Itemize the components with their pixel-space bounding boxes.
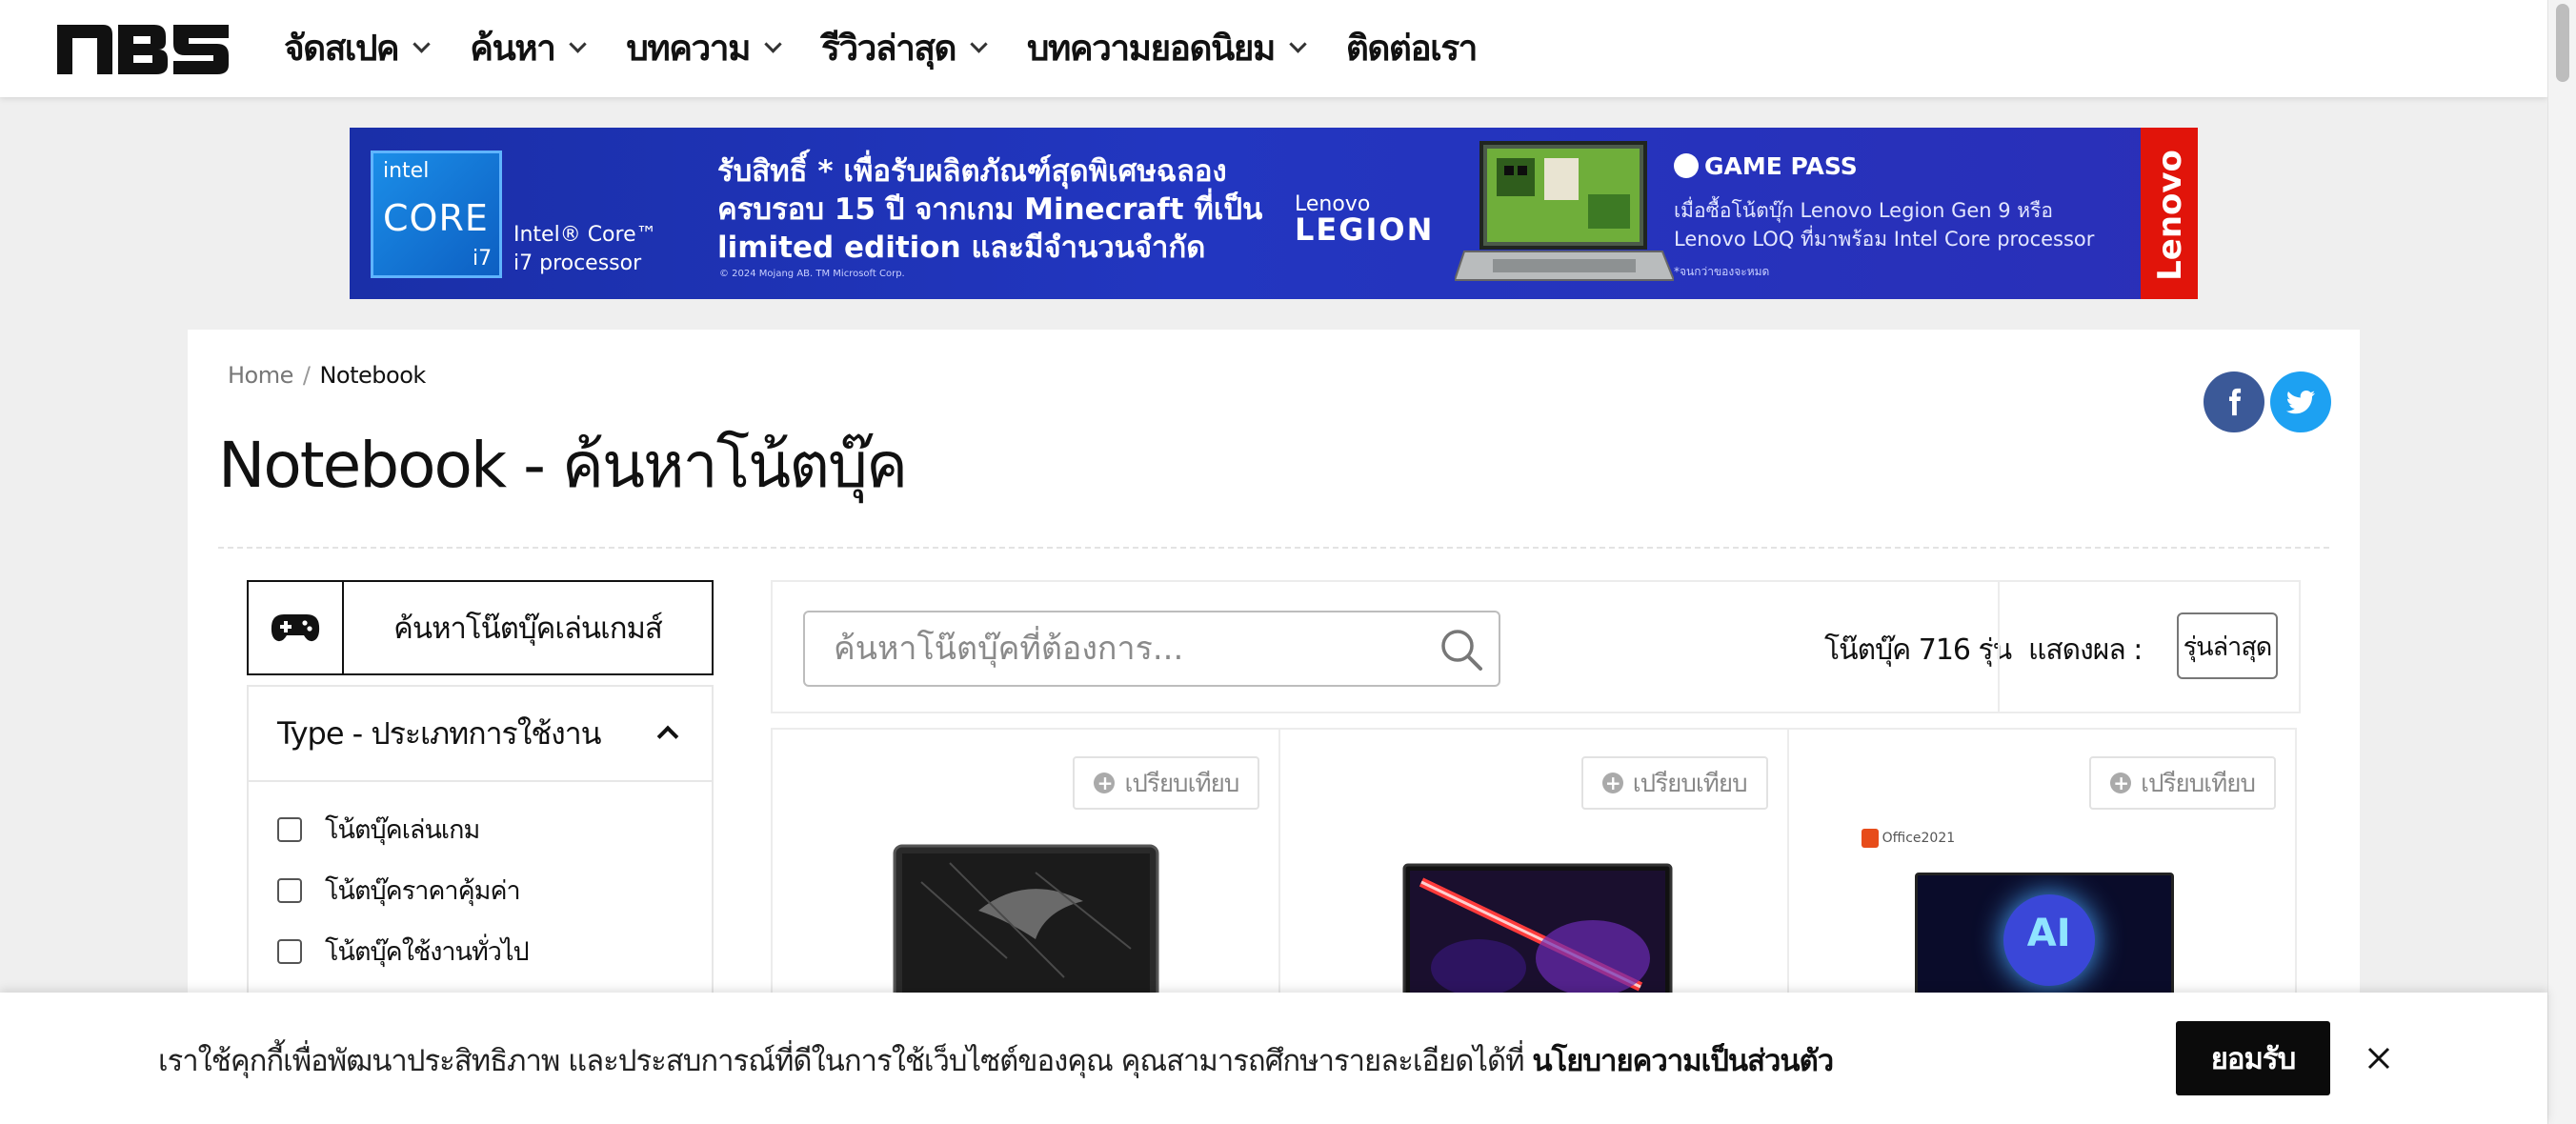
search-icon[interactable] [1439, 628, 1483, 672]
close-icon[interactable] [2365, 1044, 2393, 1073]
filter-option-gaming[interactable]: โน้ตบุ๊คเล่นเกม [277, 809, 480, 850]
page-title: Notebook - ค้นหาโน้ตบุ๊ค [218, 429, 908, 502]
checkbox[interactable] [277, 877, 302, 903]
legion-logo: Lenovo LEGION [1295, 192, 1434, 247]
chevron-down-icon [970, 34, 988, 53]
cookie-message: เราใช้คุกกี้เพื่อพัฒนาประสิทธิภาพ และประ… [158, 1044, 1533, 1078]
compare-label: เปรียบเทียบ [1632, 769, 1748, 798]
product-image[interactable] [893, 844, 1159, 998]
product-image[interactable] [1402, 863, 1673, 998]
xbox-icon [1674, 153, 1699, 178]
office-badge: Office2021 [1861, 829, 1956, 848]
vertical-scrollbar[interactable] [2547, 0, 2576, 1124]
cookie-text: เราใช้คุกกี้เพื่อพัฒนาประสิทธิภาพ และประ… [158, 1036, 1834, 1084]
filter-option-general[interactable]: โน้ตบุ๊คใช้งานทั่วไป [277, 931, 530, 972]
menu-item-label: รีวิวล่าสุด [820, 27, 957, 69]
menu-item-label: บทความยอดนิยม [1026, 27, 1276, 69]
plus-icon: + [1094, 773, 1116, 793]
breadcrumb-home[interactable]: Home [228, 362, 293, 389]
product-image[interactable]: AI [1914, 873, 2174, 998]
plus-icon: + [2110, 773, 2132, 793]
chevron-down-icon [1289, 34, 1307, 53]
banner-legal: © 2024 Mojang AB. TM Microsoft Corp. [719, 269, 905, 279]
compare-button[interactable]: + เปรียบเทียบ [2089, 756, 2276, 810]
intel-brand: intel [383, 159, 430, 183]
sort-select[interactable]: รุ่นล่าสุด [2177, 612, 2278, 679]
chevron-up-icon[interactable] [656, 725, 679, 748]
gamepass-text: เมื่อซื้อโน้ตบุ๊ก Lenovo Legion Gen 9 หร… [1674, 199, 2095, 251]
menu-item-latest-reviews[interactable]: รีวิวล่าสุด [820, 20, 988, 76]
breadcrumb-current: Notebook [319, 362, 426, 389]
compare-label: เปรียบเทียบ [1124, 769, 1239, 798]
menu-item-contact[interactable]: ติดต่อเรา [1345, 20, 1479, 76]
title-divider [218, 547, 2329, 549]
main-menu: จัดสเปค ค้นหา บทความ รีวิวล่าสุด บทความย… [284, 0, 1519, 95]
menu-item-popular-articles[interactable]: บทความยอดนิยม [1026, 20, 1307, 76]
filter-option-label: โน้ตบุ๊คราคาคุ้มค่า [325, 876, 521, 906]
chevron-down-icon [764, 34, 782, 53]
gamepad-icon-box [249, 582, 344, 673]
privacy-policy-link[interactable]: นโยบายความเป็นส่วนตัว [1532, 1044, 1834, 1078]
accept-cookies-button[interactable]: ยอมรับ [2176, 1021, 2330, 1095]
menu-item-label: ติดต่อเรา [1345, 27, 1479, 69]
twitter-share-button[interactable] [2270, 371, 2331, 432]
gaming-notebook-search-button[interactable]: ค้นหาโน๊ตบุ๊คเล่นเกมส์ [247, 580, 714, 675]
menu-item-search[interactable]: ค้นหา [470, 20, 588, 76]
banner-headline: รับสิทธิ์ * เพื่อรับผลิตภัณฑ์สุดพิเศษฉลอ… [717, 154, 1263, 265]
search-toolbar: โน๊ตบุ๊ค 716 รุ่น แสดงผล : รุ่นล่าสุด [771, 580, 2301, 713]
menu-item-label: จัดสเปค [284, 27, 400, 69]
intel-processor-text: Intel® Core™ i7 processor [513, 223, 657, 275]
menu-item-label: ค้นหา [470, 27, 556, 69]
filter-option-value[interactable]: โน้ตบุ๊คราคาคุ้มค่า [277, 870, 521, 911]
gaming-search-label: ค้นหาโน๊ตบุ๊คเล่นเกมส์ [393, 612, 663, 646]
office-badge-label: Office2021 [1882, 831, 1956, 846]
breadcrumb-separator: / [302, 362, 311, 389]
type-filter-title: Type - ประเภทการใช้งาน [277, 714, 602, 752]
breadcrumb: Home / Notebook [228, 362, 426, 389]
toolbar-divider [1998, 582, 2000, 712]
gamepad-icon [271, 614, 320, 642]
xbox-game-pass: GAME PASS [1674, 152, 1858, 180]
compare-button[interactable]: + เปรียบเทียบ [1073, 756, 1260, 810]
checkbox[interactable] [277, 816, 302, 842]
twitter-icon [2286, 391, 2315, 414]
chevron-down-icon [413, 34, 431, 53]
plus-icon: + [1601, 773, 1623, 793]
lenovo-wordmark: Lenovo [2151, 150, 2189, 281]
intel-core-logo: intel CORE i7 [371, 151, 502, 278]
social-share [2204, 371, 2331, 432]
office-icon [1861, 829, 1879, 848]
checkbox[interactable] [277, 938, 302, 964]
ai-text: AI [2026, 912, 2071, 955]
type-filter-header[interactable]: Type - ประเภทการใช้งาน [249, 687, 712, 782]
laptop-image [1455, 141, 1674, 281]
banner-note: *จนกว่าของจะหมด [1674, 265, 1770, 278]
result-count: โน๊ตบุ๊ค 716 รุ่น [1824, 633, 2012, 667]
filter-option-label: โน้ตบุ๊คใช้งานทั่วไป [325, 937, 530, 967]
ad-banner[interactable]: intel CORE i7 Intel® Core™ i7 processor … [350, 128, 2198, 299]
cookie-consent-bar: เราใช้คุกกี้เพื่อพัฒนาประสิทธิภาพ และประ… [0, 993, 2547, 1124]
menu-item-articles[interactable]: บทความ [626, 20, 782, 76]
sort-label: แสดงผล : [2028, 633, 2143, 667]
filter-option-label: โน้ตบุ๊คเล่นเกม [325, 815, 480, 845]
legion-bottom: LEGION [1295, 211, 1435, 248]
chevron-down-icon [569, 34, 588, 53]
compare-button[interactable]: + เปรียบเทียบ [1580, 756, 1768, 810]
nbs-logo[interactable] [55, 21, 231, 78]
scrollbar-thumb[interactable] [2556, 4, 2569, 82]
menu-item-spec[interactable]: จัดสเปค [284, 20, 431, 76]
intel-core: CORE [383, 197, 489, 239]
notebook-search-input[interactable] [803, 611, 1500, 687]
top-navbar: จัดสเปค ค้นหา บทความ รีวิวล่าสุด บทความย… [0, 0, 2547, 97]
compare-label: เปรียบเทียบ [2141, 769, 2256, 798]
facebook-share-button[interactable] [2204, 371, 2264, 432]
menu-item-label: บทความ [626, 27, 751, 69]
facebook-icon [2229, 388, 2242, 416]
intel-tier: i7 [473, 247, 493, 271]
lenovo-logo: Lenovo [2141, 128, 2198, 299]
gamepass-label: GAME PASS [1704, 152, 1858, 180]
